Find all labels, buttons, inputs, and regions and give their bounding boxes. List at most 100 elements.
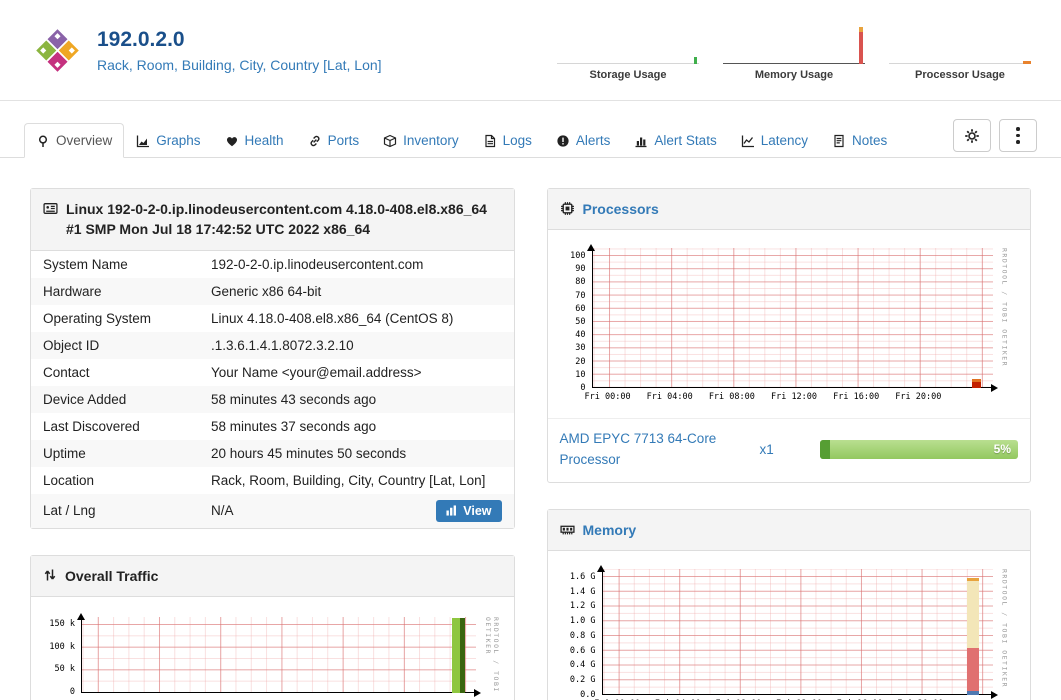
tab-bar: Overview Graphs Health Ports Inventory L… [0,119,1061,158]
y-axis-label: 0.6 G [569,645,596,656]
y-axis-label: 150 k [49,619,75,630]
graph-bar [966,691,979,696]
graph-bar [966,648,979,696]
tab-notes[interactable]: Notes [820,123,899,158]
storage-usage-mini-graph[interactable]: Storage Usage [557,20,699,81]
logs-file-icon [483,134,497,148]
table-row: Object ID .1.3.6.1.4.1.8072.3.2.10 [31,331,514,359]
kebab-menu-icon [1016,126,1020,146]
storage-usage-mini-chart [557,20,699,64]
processor-usage-label: Processor Usage [915,68,1005,81]
notes-icon [832,134,846,148]
latency-line-chart-icon [741,134,755,148]
x-axis-label: Fri 20:00 [895,392,942,403]
y-axis-label: 10 [575,369,586,380]
memory-graph[interactable]: 0.0 0.2 G 0.4 G 0.6 G 0.8 G 1.0 G 1.2 G 1.4 G 1.… [555,559,1022,700]
tab-health[interactable]: Health [213,123,296,158]
table-row: Operating System Linux 4.18.0-408.el8.x86… [43,310,454,326]
table-row: Hardware Generic x86 64-bit [31,277,514,305]
y-axis-label: 0.2 G [569,674,596,685]
processor-usage-mini-chart [889,20,1031,64]
memory-title[interactable]: Memory [583,520,637,540]
processors-title[interactable]: Processors [583,199,659,219]
lat-lng-value: N/A [211,503,234,519]
y-axis-label: 90 [575,263,586,274]
y-axis-label: 0.8 G [569,630,596,641]
y-axis-label: 0 [69,687,75,698]
settings-button[interactable] [953,119,991,152]
y-axis-label: 50 k [54,664,75,675]
cpu-name-link[interactable]: AMD EPYC 7713 64-Core Processor [560,429,732,470]
memory-header: Memory [547,509,1030,552]
graphs-icon [136,134,150,148]
tab-alert-stats[interactable]: Alert Stats [622,123,728,158]
y-axis-label: 20 [575,356,586,367]
device-title: 192.0.2.0 [97,27,185,51]
memory-usage-mini-graph[interactable]: Memory Usage [723,20,865,81]
y-axis-label: 60 [575,303,586,314]
cpu-summary-row: AMD EPYC 7713 64-Core Processor x1 5% [547,418,1030,482]
table-row: Contact Your Name <your@email.address> [43,364,422,380]
overall-traffic-panel: Overall Traffic 0 50 k 100 k 150 k RRDTOOL /… [30,554,515,700]
bar-graph-icon [446,505,457,516]
y-axis-label: 100 [570,250,586,261]
table-row: Uptime 20 hours 45 minutes 50 seconds [31,439,514,467]
processors-header: Processors [547,189,1030,231]
table-row: System Name 192-0-2-0.ip.linodeuserconten… [43,256,424,272]
overall-traffic-header: Overall Traffic [31,555,514,597]
more-options-button[interactable] [999,119,1037,152]
y-axis-label: 1.4 G [569,586,596,597]
rrdtool-watermark: RRDTOOL / TOBI OETIKER [1000,248,1009,368]
health-heart-icon [225,134,239,148]
y-axis-label: 30 [575,342,586,353]
memory-usage-label: Memory Usage [754,68,834,81]
y-axis-label: 0.4 G [569,659,596,670]
inventory-box-icon [383,134,397,148]
x-axis-label: Fri 16:00 [833,392,880,403]
device-location-link[interactable]: Rack, Room, Building, City, Country [Lat… [97,57,382,73]
memory-usage-mini-chart [723,20,865,64]
y-axis-label: 0.0 [580,689,596,700]
overall-traffic-graph[interactable]: 0 50 k 100 k 150 k RRDTOOL / TOBI OETIKER [39,604,506,700]
table-row-lat-lng: Lat / Lng N/A View [31,493,514,528]
y-axis-label: 80 [575,276,586,287]
x-axis-label: Fri 04:00 [646,392,693,403]
y-axis-label: 1.6 G [569,571,596,582]
centos-logo-icon [34,26,81,74]
ports-link-icon [308,134,322,148]
storage-usage-label: Storage Usage [589,68,667,81]
device-info-table: System Name 192-0-2-0.ip.linodeuserconten… [31,251,514,528]
cpu-count: x1 [759,442,774,458]
y-axis-label: 0 [580,382,586,393]
processors-graph[interactable]: 0 10 20 30 40 50 60 70 80 90 100 Fri 00:00 Fri 04:00… [555,238,1022,411]
y-axis-label: 70 [575,290,586,301]
cpu-usage-fill [820,440,830,460]
traffic-arrows-icon [43,568,57,582]
device-banner-text: Linux 192-0-2-0.ip.linodeusercontent.com… [66,201,487,238]
graph-bar [460,617,465,693]
table-row: Location Rack, Room, Building, City, Coun… [43,472,486,488]
tab-latency[interactable]: Latency [729,123,820,158]
x-axis-label: Fri 12:00 [770,392,818,403]
tab-logs[interactable]: Logs [471,123,544,158]
cpu-chip-icon [560,201,575,216]
tab-graphs[interactable]: Graphs [124,123,212,158]
device-page-header: 192.0.2.0 Rack, Room, Building, City, Co… [0,0,1061,101]
table-row: Last Discovered 58 minutes 37 seconds ago [43,418,377,434]
y-axis-label: 40 [575,329,586,340]
y-axis-label: 50 [575,316,586,327]
device-info-panel: Linux 192-0-2-0.ip.linodeusercontent.com… [30,188,515,529]
ram-stick-icon [559,522,575,537]
alerts-icon [556,134,570,148]
tab-ports[interactable]: Ports [296,123,372,158]
rrdtool-watermark: RRDTOOL / TOBI OETIKER [1000,569,1009,689]
processor-usage-mini-graph[interactable]: Processor Usage [889,20,1031,81]
view-map-button[interactable]: View [436,499,502,522]
gear-icon [964,128,980,144]
tab-inventory[interactable]: Inventory [371,123,471,158]
tab-overview[interactable]: Overview [24,123,125,158]
memory-panel: Memory 0.0 0.2 G 0.4 G 0.6 G 0.8 G 1.0 G 1.2 G… [546,508,1031,700]
x-axis-label: Fri 00:00 [584,392,631,403]
overview-icon [36,134,50,148]
tab-alerts[interactable]: Alerts [544,123,623,158]
